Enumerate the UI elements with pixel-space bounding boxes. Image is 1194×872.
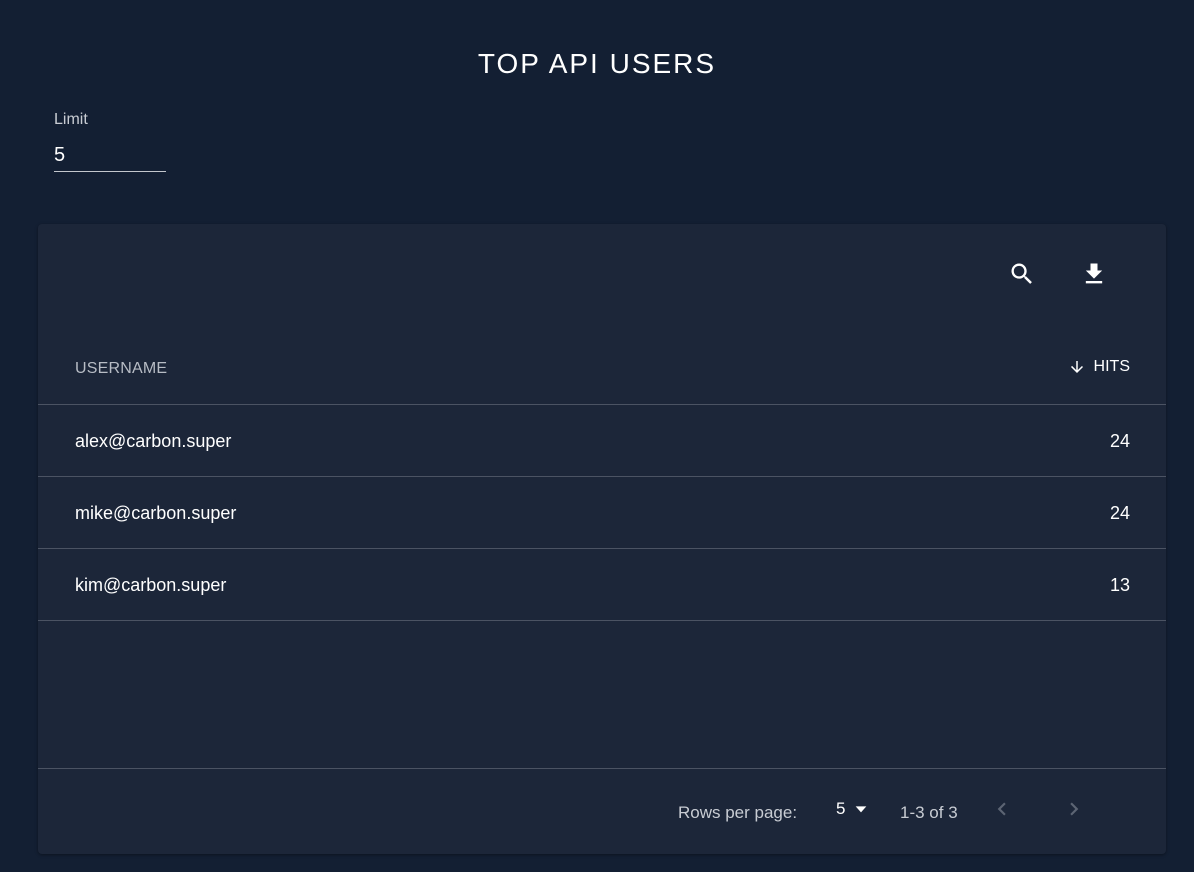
limit-label: Limit — [54, 111, 88, 128]
download-button[interactable] — [1070, 250, 1118, 298]
table-row[interactable]: alex@carbon.super 24 — [38, 405, 1166, 477]
top-users-table-card: USERNAME HITS alex@carbon.super 24 mike@… — [38, 224, 1166, 854]
arrow-down-icon — [1070, 361, 1083, 373]
table-row[interactable]: kim@carbon.super 13 — [38, 549, 1166, 621]
limit-field: Limit — [54, 110, 166, 172]
column-header-hits-label: HITS — [1093, 358, 1130, 375]
chevron-right-icon — [1070, 802, 1079, 816]
download-icon — [1085, 263, 1103, 284]
table-row[interactable]: mike@carbon.super 24 — [38, 477, 1166, 549]
table-body: alex@carbon.super 24 mike@carbon.super 2… — [38, 405, 1166, 621]
rows-per-page-value: 5 — [836, 799, 846, 818]
chevron-left-icon — [997, 802, 1006, 816]
search-icon — [1011, 263, 1032, 284]
cell-hits: 24 — [1109, 503, 1130, 523]
table-header: USERNAME HITS — [38, 332, 1166, 405]
table-pagination: Rows per page: 5 1-3 of 3 — [38, 768, 1166, 854]
column-header-hits[interactable]: HITS — [1068, 358, 1130, 376]
next-page-button[interactable] — [1054, 789, 1094, 829]
page: TOP API USERS Limit USERNAME HITS — [0, 0, 1194, 872]
page-title: TOP API USERS — [477, 48, 717, 79]
limit-input[interactable] — [54, 140, 166, 172]
cell-username: mike@carbon.super — [75, 503, 237, 523]
rows-per-page-select[interactable]: 5 — [836, 799, 869, 819]
cell-hits: 24 — [1109, 431, 1130, 451]
cell-username: kim@carbon.super — [75, 575, 227, 595]
pagination-range: 1-3 of 3 — [900, 803, 958, 822]
rows-per-page-label: Rows per page: — [678, 803, 798, 822]
cell-username: alex@carbon.super — [75, 431, 232, 451]
previous-page-button[interactable] — [982, 789, 1022, 829]
search-button[interactable] — [998, 250, 1046, 298]
caret-down-icon — [856, 806, 867, 813]
column-header-username[interactable]: USERNAME — [75, 360, 167, 378]
cell-hits: 13 — [1109, 575, 1130, 595]
